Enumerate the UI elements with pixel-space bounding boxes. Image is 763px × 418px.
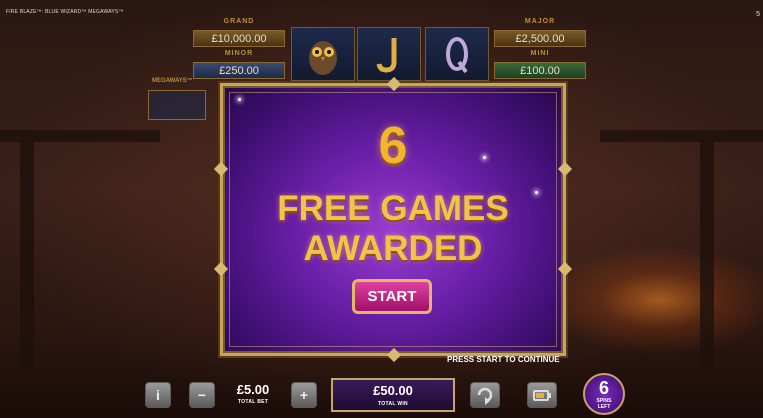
start-button[interactable]: START — [352, 279, 432, 314]
spins-left-caption-line2: LEFT — [597, 404, 611, 410]
j-symbol — [357, 27, 421, 81]
total-win-box: £50.00 TOTAL WIN — [331, 378, 455, 412]
megaways-label: MEGAWAYS™ — [152, 78, 193, 84]
megaways-count-box — [148, 90, 206, 120]
jackpot-major: MAJOR £2,500.00 — [494, 18, 586, 52]
autoplay-button[interactable] — [470, 382, 500, 408]
background-beam — [600, 130, 763, 142]
refresh-icon — [477, 387, 493, 405]
free-games-title: FREE GAMES — [277, 189, 509, 228]
jackpot-major-label: MAJOR — [524, 18, 556, 25]
owl-symbol — [291, 27, 355, 81]
spins-left-count: 6 — [598, 378, 609, 398]
total-win-value: £50.00 — [373, 383, 413, 398]
jackpot-mini-label: MINI — [530, 50, 550, 57]
control-bar: i − £5.00 TOTAL BET + £50.00 TOTAL WIN 6… — [0, 370, 763, 418]
jackpot-grand: GRAND £10,000.00 — [193, 18, 285, 52]
increase-bet-button[interactable]: + — [291, 382, 317, 408]
turbo-button[interactable] — [527, 382, 557, 408]
jackpot-minor-label: MINOR — [224, 50, 254, 57]
info-button[interactable]: i — [145, 382, 171, 408]
sparkle-icon — [238, 98, 241, 101]
q-symbol — [425, 27, 489, 81]
total-win-caption: TOTAL WIN — [378, 401, 408, 407]
jackpot-major-value: £2,500.00 — [494, 30, 586, 47]
free-games-popup: 6 FREE GAMES AWARDED START — [213, 76, 573, 363]
background-pillar — [20, 140, 34, 370]
q-card-icon — [446, 37, 468, 74]
jackpot-grand-value: £10,000.00 — [193, 30, 285, 47]
battery-icon — [533, 390, 551, 401]
free-games-count: 6 — [378, 117, 408, 175]
owl-icon — [309, 41, 337, 75]
corner-number: 5 — [756, 11, 760, 18]
background-pillar — [700, 140, 714, 370]
total-bet-value: £5.00 — [236, 382, 270, 397]
jackpot-minor-value: £250.00 — [193, 62, 285, 79]
spins-left-badge: 6 SPINS LEFT — [583, 373, 625, 415]
jackpot-grand-label: GRAND — [223, 18, 255, 25]
game-title: FIRE BLAZE™: BLUE WIZARD™ MEGAWAYS™ — [6, 9, 124, 15]
total-bet-caption: TOTAL BET — [237, 399, 269, 405]
decrease-bet-button[interactable]: − — [189, 382, 215, 408]
awarded-title: AWARDED — [303, 229, 483, 268]
jackpot-mini: MINI £100.00 — [494, 50, 586, 84]
spins-left-caption: SPINS LEFT — [585, 398, 623, 410]
jackpot-minor: MINOR £250.00 — [193, 50, 285, 84]
jackpot-mini-value: £100.00 — [494, 62, 586, 79]
j-card-icon — [376, 38, 397, 73]
press-start-prompt: PRESS START TO CONTINUE — [447, 355, 560, 364]
